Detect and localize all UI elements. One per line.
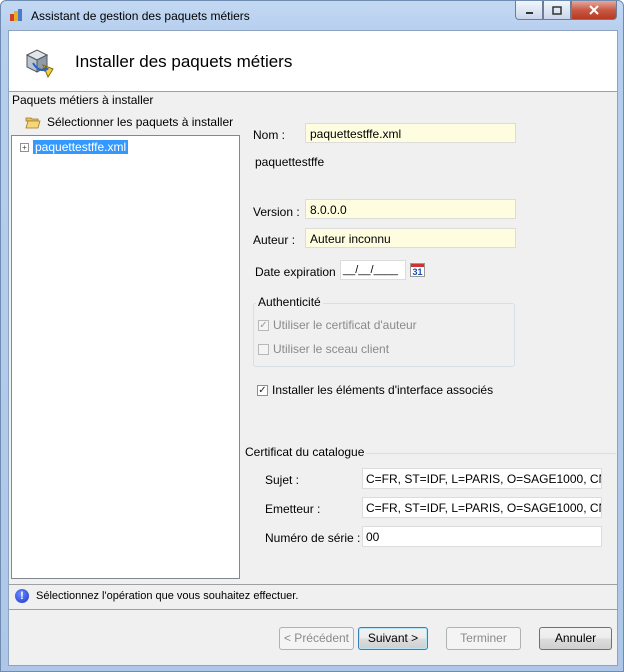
client-area: Installer des paquets métiers Paquets mé… xyxy=(8,30,618,666)
status-message: Sélectionnez l'opération que vous souhai… xyxy=(36,590,299,602)
title-bar[interactable]: Assistant de gestion des paquets métiers xyxy=(1,1,623,29)
package-description: paquettestffe xyxy=(255,155,325,169)
nom-label: Nom : xyxy=(253,128,286,142)
finish-button[interactable]: Terminer xyxy=(446,627,521,650)
wizard-header: Installer des paquets métiers xyxy=(9,31,617,92)
serial-number-field[interactable]: 00 xyxy=(362,526,602,547)
authenticity-group: Authenticité ✓ Utiliser le certificat d'… xyxy=(253,295,515,367)
expand-icon[interactable]: + xyxy=(20,142,29,152)
minimize-button[interactable] xyxy=(515,1,543,20)
calendar-icon[interactable]: 31 xyxy=(410,263,425,277)
expiration-date-field[interactable]: __/__/____ xyxy=(340,260,406,280)
next-button[interactable]: Suivant > xyxy=(358,627,428,650)
minimize-icon xyxy=(525,11,533,14)
author-certificate-label: Utiliser le certificat d'auteur xyxy=(273,318,417,332)
issuer-field[interactable]: C=FR, ST=IDF, L=PARIS, O=SAGE1000, CN=S xyxy=(362,497,602,518)
maximize-icon xyxy=(552,5,562,15)
serial-number-label: Numéro de série : xyxy=(265,531,361,545)
expiration-date-label: Date expiration : xyxy=(255,265,343,279)
version-label: Version : xyxy=(253,205,300,219)
subject-label: Sujet : xyxy=(265,473,300,487)
install-ui-elements-checkbox[interactable]: ✓ Installer les éléments d'interface ass… xyxy=(257,383,493,397)
authenticity-title: Authenticité xyxy=(256,295,323,309)
cancel-button[interactable]: Annuler xyxy=(539,627,612,650)
packages-tree[interactable]: + paquettestffe.xml xyxy=(11,135,240,579)
client-seal-label: Utiliser le sceau client xyxy=(273,342,390,356)
open-folder-icon xyxy=(25,117,41,129)
subject-field[interactable]: C=FR, ST=IDF, L=PARIS, O=SAGE1000, CN=S xyxy=(362,468,602,489)
maximize-button[interactable] xyxy=(543,1,571,20)
auteur-field[interactable]: Auteur inconnu xyxy=(305,228,516,248)
issuer-label: Emetteur : xyxy=(265,502,321,516)
page-title: Installer des paquets métiers xyxy=(75,52,293,71)
install-ui-elements-label: Installer les éléments d'interface assoc… xyxy=(272,383,494,397)
client-seal-checkbox[interactable]: Utiliser le sceau client xyxy=(258,342,389,356)
packages-section-label: Paquets métiers à installer xyxy=(12,93,154,107)
close-button[interactable] xyxy=(571,1,617,20)
author-certificate-checkbox[interactable]: ✓ Utiliser le certificat d'auteur xyxy=(258,318,417,332)
tree-item-package[interactable]: + paquettestffe.xml xyxy=(20,140,129,154)
certificate-title: Certificat du catalogue xyxy=(243,445,367,459)
info-icon: ! xyxy=(15,589,29,603)
previous-button[interactable]: < Précédent xyxy=(279,627,354,650)
wizard-window: Assistant de gestion des paquets métiers xyxy=(0,0,624,672)
nom-field[interactable]: paquettestffe.xml xyxy=(305,123,516,143)
window-title: Assistant de gestion des paquets métiers xyxy=(31,9,250,23)
version-field[interactable]: 8.0.0.0 xyxy=(305,199,516,219)
packages-panel: Sélectionner les paquets à installer + p… xyxy=(11,109,240,581)
select-packages-label: Sélectionner les paquets à installer xyxy=(47,115,234,129)
close-icon xyxy=(589,5,599,15)
tree-item-label[interactable]: paquettestffe.xml xyxy=(33,140,129,154)
package-details-panel: Nom : paquettestffe.xml paquettestffe Ve… xyxy=(243,109,617,581)
empty-checkbox-icon xyxy=(258,343,269,355)
app-icon xyxy=(10,9,22,21)
status-bar: ! Sélectionnez l'opération que vous souh… xyxy=(9,584,617,610)
select-packages-button[interactable]: Sélectionner les paquets à installer xyxy=(11,111,240,133)
checkmark-icon: ✓ xyxy=(257,384,268,396)
package-install-icon xyxy=(25,49,54,79)
checkmark-icon: ✓ xyxy=(258,319,269,331)
auteur-label: Auteur : xyxy=(253,233,296,247)
